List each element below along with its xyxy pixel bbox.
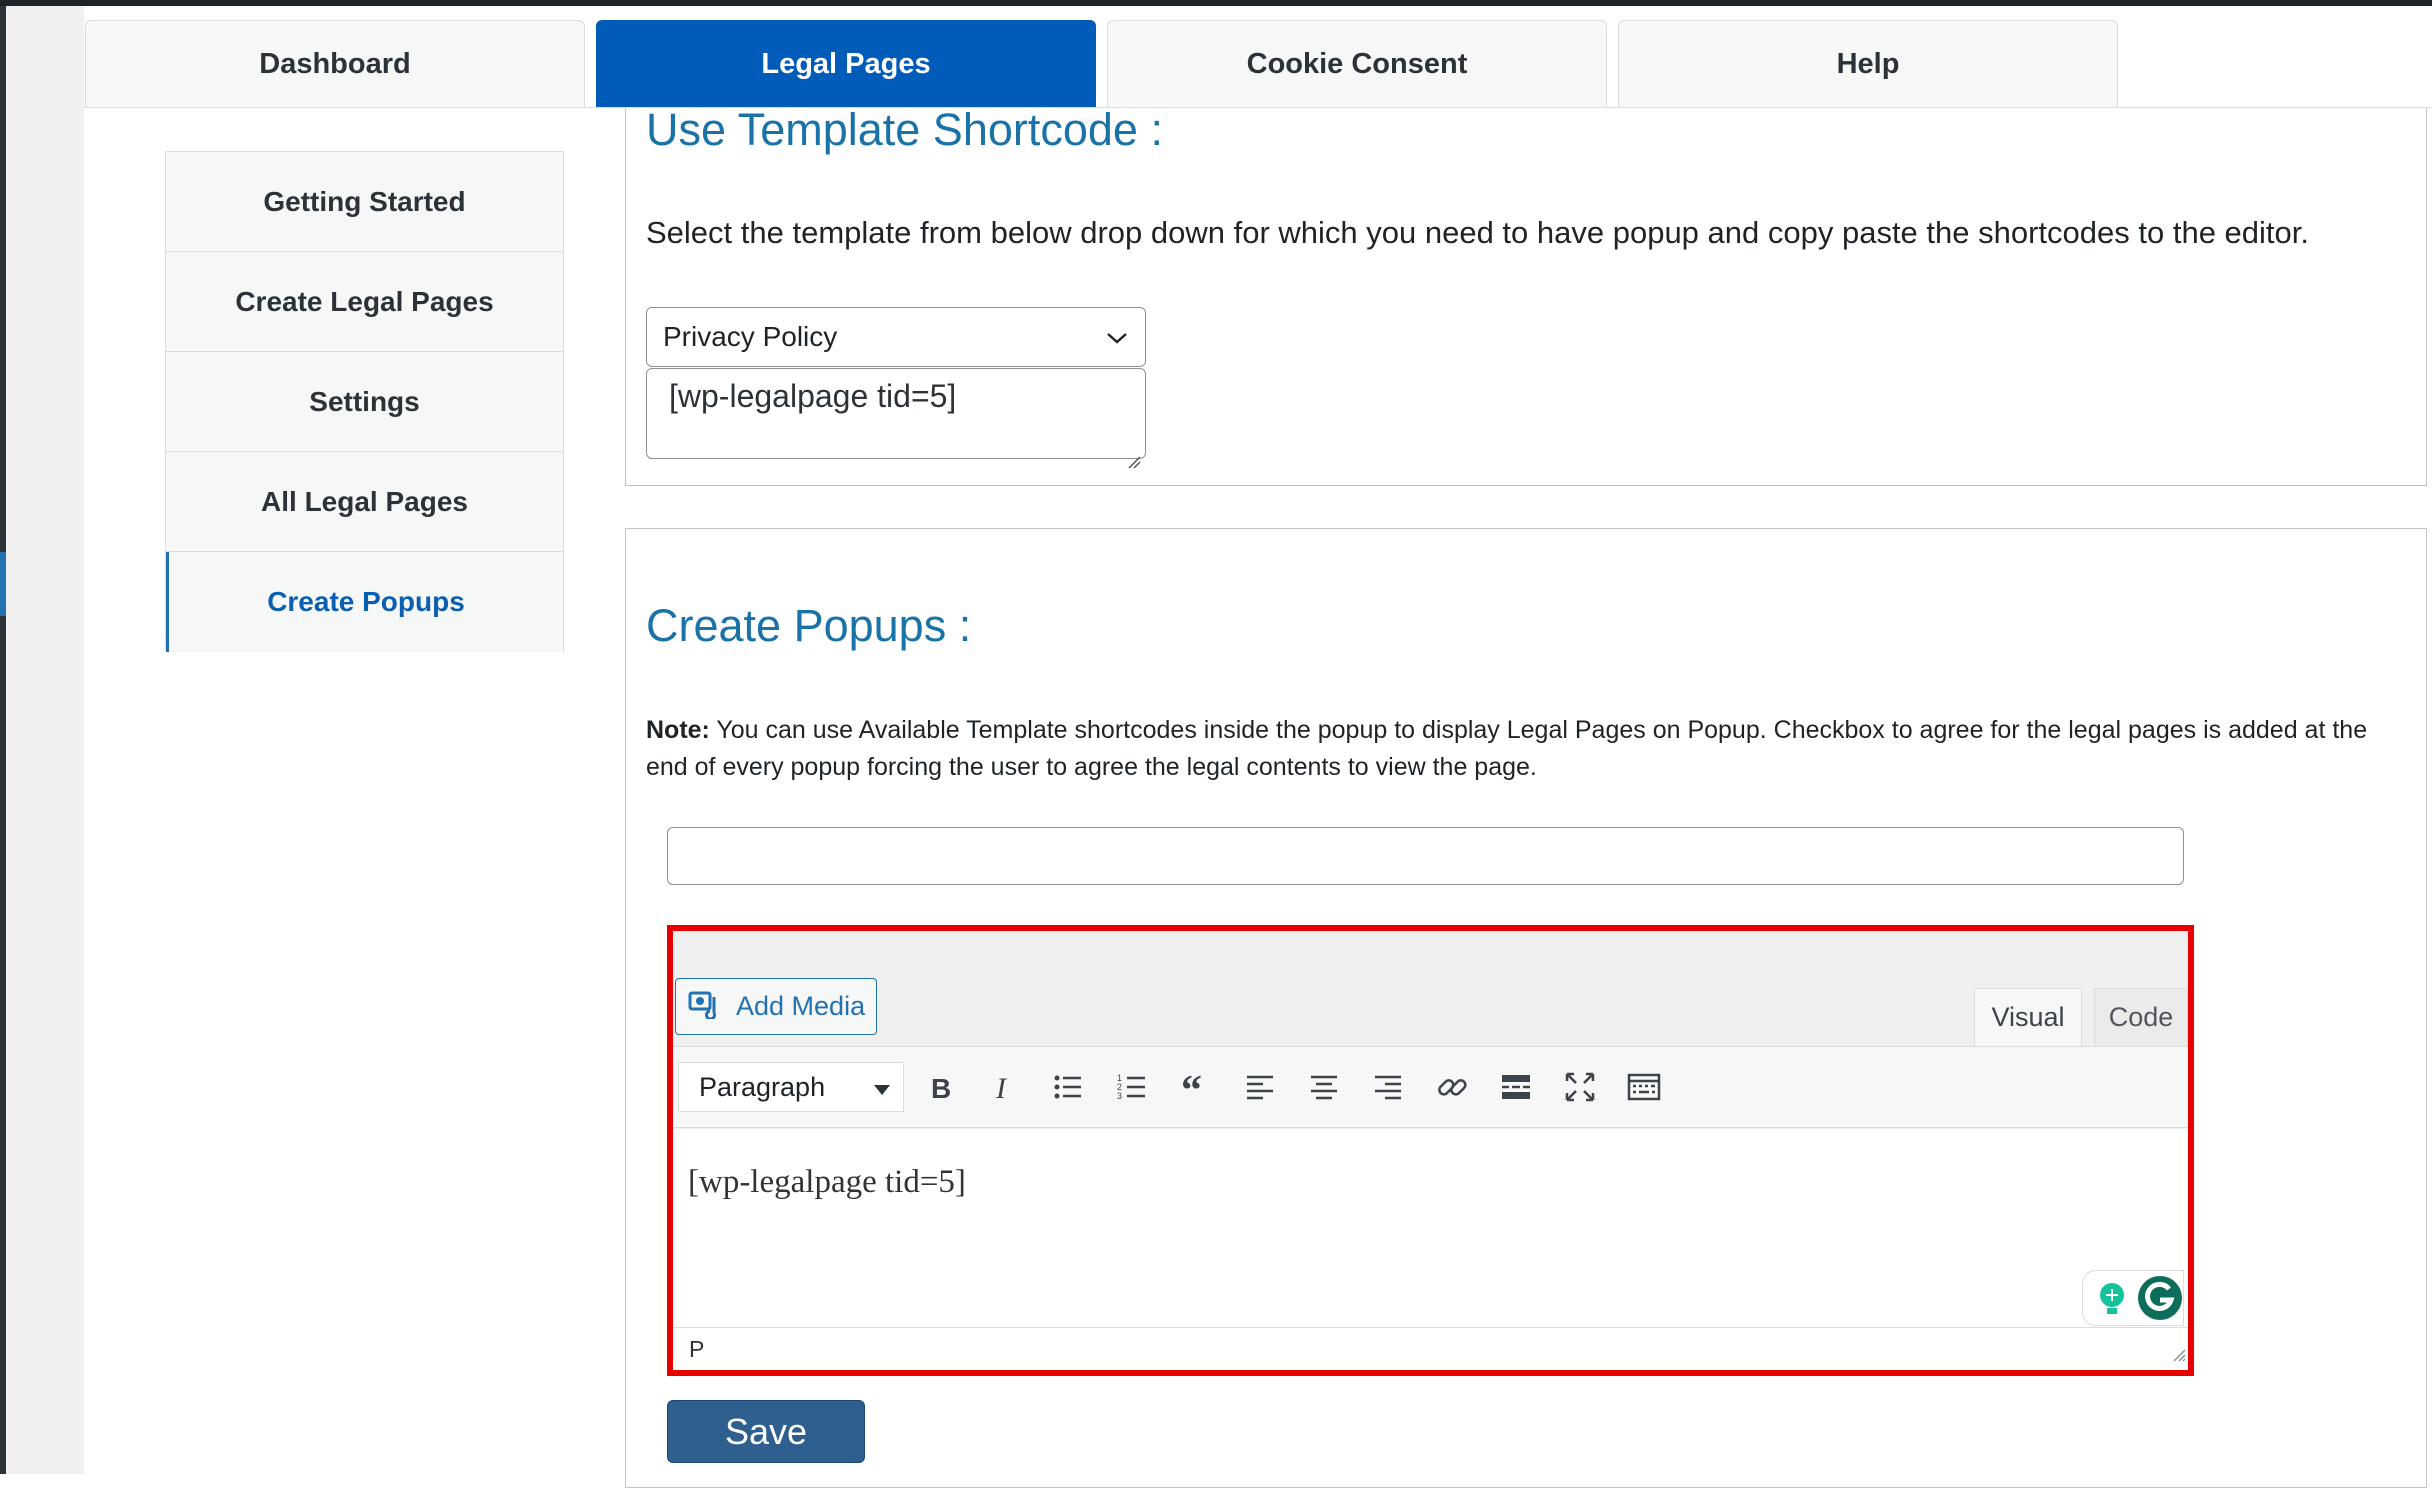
editor-content-text: [wp-legalpage tid=5] <box>688 1164 966 1200</box>
create-popups-heading: Create Popups : <box>646 600 972 651</box>
tab-dashboard[interactable]: Dashboard <box>85 20 585 108</box>
popup-note: Note: You can use Available Template sho… <box>646 712 2386 786</box>
svg-text:“: “ <box>1181 1070 1202 1104</box>
svg-text:I: I <box>995 1072 1008 1104</box>
resize-grip-icon[interactable] <box>2172 1341 2186 1368</box>
sidebar-item-getting-started[interactable]: Getting Started <box>166 152 563 252</box>
sidebar-item-settings[interactable]: Settings <box>166 352 563 452</box>
template-shortcode-heading: Use Template Shortcode : <box>646 104 1163 155</box>
note-label: Note: <box>646 716 710 744</box>
svg-text:3: 3 <box>1117 1091 1122 1101</box>
page-gutter <box>6 6 84 1474</box>
editor-tab-code[interactable]: Code <box>2094 988 2188 1046</box>
tab-label: Dashboard <box>259 48 411 80</box>
sidebar-item-all-legal-pages[interactable]: All Legal Pages <box>166 452 563 552</box>
toolbar-toggle-icon[interactable] <box>1621 1064 1667 1110</box>
template-select-value: Privacy Policy <box>663 321 838 352</box>
format-select-value: Paragraph <box>699 1071 826 1102</box>
editor-tab-label: Code <box>2108 1002 2174 1032</box>
sidebar-item-create-popups[interactable]: Create Popups <box>166 552 563 652</box>
template-description: Select the template from below drop down… <box>646 215 2309 250</box>
grammarly-icon <box>2137 1275 2183 1326</box>
tab-label: Help <box>1836 48 1900 80</box>
tab-label: Cookie Consent <box>1246 48 1468 80</box>
sidebar-item-create-legal-pages[interactable]: Create Legal Pages <box>166 252 563 352</box>
sidebar-item-label: All Legal Pages <box>261 485 468 517</box>
align-center-icon[interactable] <box>1301 1064 1347 1110</box>
bold-icon[interactable]: B <box>917 1064 963 1110</box>
add-media-icon <box>688 987 722 1026</box>
shortcode-text: [wp-legalpage tid=5] <box>669 378 957 414</box>
shortcode-textarea[interactable]: [wp-legalpage tid=5] <box>646 368 1146 469</box>
sidebar-item-label: Settings <box>309 385 420 417</box>
popup-title-input[interactable] <box>667 827 2184 885</box>
note-text: You can use Available Template shortcode… <box>646 716 2368 781</box>
align-left-icon[interactable] <box>1237 1064 1283 1110</box>
legal-pages-sidebar: Getting Started Create Legal Pages Setti… <box>165 151 564 652</box>
bullet-list-icon[interactable] <box>1045 1064 1091 1110</box>
grammarly-widget[interactable] <box>2082 1270 2184 1326</box>
svg-text:B: B <box>931 1073 951 1104</box>
template-select[interactable]: Privacy Policy <box>646 307 1146 367</box>
numbered-list-icon[interactable]: 123 <box>1109 1064 1155 1110</box>
window-top-bar <box>0 0 2432 6</box>
fullscreen-icon[interactable] <box>1557 1064 1603 1110</box>
sidebar-item-label: Getting Started <box>263 185 466 217</box>
editor-content-area[interactable] <box>673 1129 2188 1327</box>
tab-help[interactable]: Help <box>1618 20 2118 108</box>
italic-icon[interactable]: I <box>981 1064 1027 1110</box>
align-right-icon[interactable] <box>1365 1064 1411 1110</box>
element-path: P <box>689 1336 705 1362</box>
paragraph-format-select[interactable]: Paragraph <box>678 1062 904 1112</box>
tab-label: Legal Pages <box>761 48 931 80</box>
editor-tab-visual[interactable]: Visual <box>1974 988 2082 1046</box>
caret-down-icon <box>873 1072 891 1103</box>
sidebar-item-label: Create Popups <box>267 586 465 617</box>
editor-status-bar: P <box>673 1327 2188 1370</box>
add-media-button[interactable]: Add Media <box>675 978 877 1035</box>
read-more-icon[interactable] <box>1493 1064 1539 1110</box>
save-button[interactable]: Save <box>667 1400 865 1463</box>
save-label: Save <box>724 1410 808 1452</box>
lightbulb-icon <box>2095 1281 2129 1322</box>
blockquote-icon[interactable]: “ <box>1173 1064 1219 1110</box>
resize-grip-icon[interactable] <box>1127 440 1141 469</box>
editor-tab-label: Visual <box>1991 1002 2065 1032</box>
sidebar-item-label: Create Legal Pages <box>235 285 494 317</box>
add-media-label: Add Media <box>736 991 866 1021</box>
tab-legal-pages[interactable]: Legal Pages <box>596 20 1096 108</box>
tab-cookie-consent[interactable]: Cookie Consent <box>1107 20 1607 108</box>
chevron-down-icon <box>1105 321 1129 353</box>
link-icon[interactable] <box>1429 1064 1475 1110</box>
